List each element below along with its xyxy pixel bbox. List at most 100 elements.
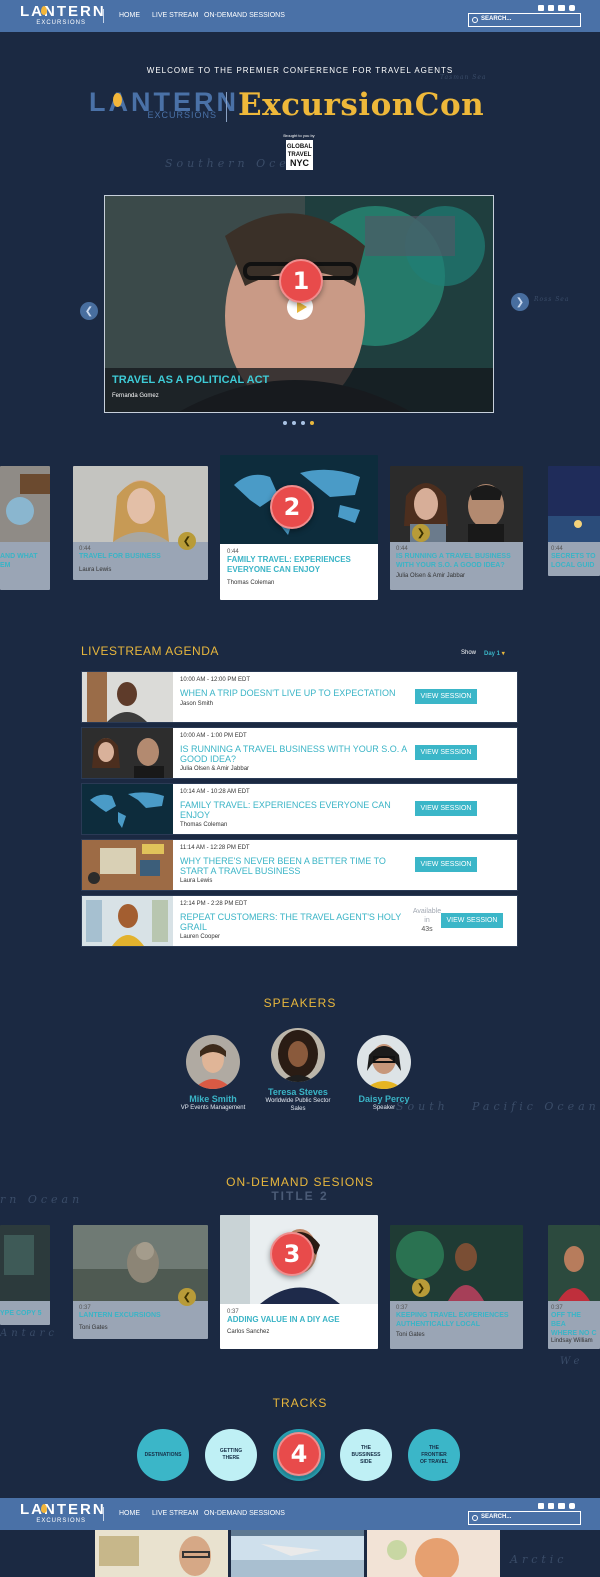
featured-video[interactable]: TRAVEL AS A POLITICAL ACT Fernanda Gomez	[104, 195, 494, 413]
view-session-button[interactable]: VIEW SESSION	[415, 857, 477, 872]
search-input[interactable]: SEARCH...	[468, 13, 581, 27]
lantern-flame-icon	[41, 6, 47, 15]
twitter-icon[interactable]	[548, 5, 554, 11]
avatar	[357, 1035, 411, 1089]
session-card[interactable]: 0:37 LANTERN EXCURSIONS Toni Gates	[73, 1225, 208, 1339]
ondemand-ghost-title: TITLE 2	[271, 1189, 329, 1203]
view-session-button[interactable]: VIEW SESSION	[415, 689, 477, 704]
session-card[interactable]: 0:44 IS RUNNING A TRAVEL BUSINESS WITH Y…	[390, 466, 523, 590]
featured-title: TRAVEL AS A POLITICAL ACT	[112, 374, 270, 386]
agenda-session-title[interactable]: WHEN A TRIP DOESN'T LIVE UP TO EXPECTATI…	[180, 688, 416, 698]
instagram-icon[interactable]	[569, 1503, 575, 1509]
youtube-icon[interactable]	[558, 1503, 565, 1509]
session-card[interactable]: 0:44 SECRETS TO LOCAL GUID	[548, 466, 600, 576]
nav-home-link[interactable]: HOME	[119, 12, 140, 19]
agenda-session-title[interactable]: WHY THERE'S NEVER BEEN A BETTER TIME TO …	[180, 856, 416, 876]
map-label: Tasman Sea	[440, 74, 487, 81]
track-destinations[interactable]: DESTINATIONS	[137, 1429, 189, 1481]
view-session-button[interactable]: VIEW SESSION	[441, 913, 503, 928]
map-label: Southern Oce	[165, 157, 290, 170]
carousel-dot[interactable]	[292, 421, 296, 425]
track-business-side[interactable]: THE BUSSINESS SIDE	[340, 1429, 392, 1481]
lantern-flame-icon	[113, 93, 122, 107]
session-card[interactable]: 0:37 KEEPING TRAVEL EXPERIENCES AUTHENTI…	[390, 1225, 523, 1349]
hero-divider	[226, 92, 227, 122]
bottom-image[interactable]	[95, 1530, 228, 1577]
map-label: Arctic	[510, 1553, 568, 1566]
nav-divider	[103, 1507, 104, 1521]
nav-on-demand-link[interactable]: ON-DEMAND SESSIONS	[204, 12, 285, 19]
avatar	[271, 1028, 325, 1082]
event-name: ExcursionCon	[238, 87, 485, 123]
agenda-session-title[interactable]: REPEAT CUSTOMERS: THE TRAVEL AGENT'S HOL…	[180, 912, 416, 932]
session-card[interactable]: AND WHAT EM	[0, 466, 50, 590]
lantern-flame-icon	[41, 1504, 47, 1513]
agenda-row: 10:00 AM - 1:00 PM EDT IS RUNNING A TRAV…	[81, 727, 518, 779]
map-label: Ross Sea	[534, 296, 570, 303]
speaker-card[interactable]: Daisy Percy Speaker	[339, 1035, 429, 1112]
sponsor-logo: GLOBAL TRAVEL NYC	[286, 140, 313, 170]
bottom-image[interactable]	[367, 1530, 500, 1577]
marker-badge: 1	[279, 259, 323, 303]
view-session-button[interactable]: VIEW SESSION	[415, 745, 477, 760]
facebook-icon[interactable]	[538, 1503, 544, 1509]
featured-next-button[interactable]: ❯	[511, 293, 529, 311]
carousel-dot-active[interactable]	[310, 421, 314, 425]
featured-caption: TRAVEL AS A POLITICAL ACT Fernanda Gomez	[105, 368, 493, 412]
lantern-logo[interactable]: LANTERN EXCURSIONS	[20, 4, 104, 30]
search-icon	[472, 17, 478, 23]
nav-live-stream-link[interactable]: LIVE STREAM	[152, 12, 198, 19]
carousel-dot[interactable]	[283, 421, 287, 425]
avatar	[186, 1035, 240, 1089]
youtube-icon[interactable]	[558, 5, 565, 11]
agenda-row: 12:14 PM - 2:28 PM EDT REPEAT CUSTOMERS:…	[81, 895, 518, 947]
nav-divider	[103, 9, 104, 23]
map-label: Pacific Ocean	[472, 1100, 600, 1113]
view-session-button[interactable]: VIEW SESSION	[415, 801, 477, 816]
day-select[interactable]: Day 1 ▾	[484, 650, 505, 657]
carousel-prev-button[interactable]: ❮	[178, 532, 196, 550]
search-input[interactable]: SEARCH...	[468, 1511, 581, 1525]
welcome-text: WELCOME TO THE PREMIER CONFERENCE FOR TR…	[146, 66, 454, 75]
facebook-icon[interactable]	[538, 5, 544, 11]
speaker-card[interactable]: Teresa Steves Worldwide Public Sector Sa…	[253, 1028, 343, 1113]
marker-badge: 3	[270, 1232, 314, 1276]
speakers-title: SPEAKERS	[263, 996, 337, 1010]
agenda-row: 11:14 AM - 12:28 PM EDT WHY THERE'S NEVE…	[81, 839, 518, 891]
agenda-session-title[interactable]: IS RUNNING A TRAVEL BUSINESS WITH YOUR S…	[180, 744, 416, 764]
nav-on-demand-link[interactable]: ON-DEMAND SESSIONS	[204, 1510, 285, 1517]
speaker-card[interactable]: Mike Smith VP Events Management	[168, 1035, 258, 1112]
nav-live-stream-link[interactable]: LIVE STREAM	[152, 1510, 198, 1517]
agenda-row: 10:00 AM - 12:00 PM EDT WHEN A TRIP DOES…	[81, 671, 518, 723]
agenda-session-title[interactable]: FAMILY TRAVEL: EXPERIENCES EVERYONE CAN …	[180, 800, 416, 820]
ondemand-title: ON-DEMAND SESIONS	[226, 1175, 374, 1189]
twitter-icon[interactable]	[548, 1503, 554, 1509]
nav-home-link[interactable]: HOME	[119, 1510, 140, 1517]
bottom-image[interactable]	[231, 1530, 364, 1577]
ondemand-next-button[interactable]: ❯	[412, 1279, 430, 1297]
track-getting-there[interactable]: GETTING THERE	[205, 1429, 257, 1481]
track-frontier[interactable]: THE FRONTIER OF TRAVEL	[408, 1429, 460, 1481]
session-card[interactable]: 0:44 TRAVEL FOR BUSINESS Laura Lewis	[73, 466, 208, 580]
tracks-title: TRACKS	[272, 1396, 328, 1410]
bottom-navbar: LANTERN EXCURSIONS HOME LIVE STREAM ON-D…	[0, 1498, 600, 1530]
top-navbar: LANTERN EXCURSIONS HOME LIVE STREAM ON-D…	[0, 0, 600, 32]
instagram-icon[interactable]	[569, 5, 575, 11]
show-label: Show	[461, 650, 477, 656]
lantern-logo[interactable]: LANTERN EXCURSIONS	[20, 1502, 104, 1528]
hero-lantern-logo: LANTERN EXCURSIONS	[89, 87, 239, 120]
brought-by: Brought to you by	[283, 133, 315, 138]
carousel-next-button[interactable]: ❯	[412, 524, 430, 542]
session-card[interactable]: YPE COPY 5	[0, 1225, 50, 1325]
carousel-dot[interactable]	[301, 421, 305, 425]
session-card[interactable]: 0:37 OFF THE BEA WHERE NO C Lindsay Will…	[548, 1225, 600, 1349]
marker-badge: 4	[277, 1432, 321, 1476]
marker-badge: 2	[270, 485, 314, 529]
featured-prev-button[interactable]: ❮	[80, 302, 98, 320]
agenda-title: LIVESTREAM AGENDA	[81, 644, 219, 658]
map-label: Antarc	[0, 1328, 59, 1339]
chevron-down-icon: ▾	[501, 651, 505, 657]
ondemand-prev-button[interactable]: ❮	[178, 1288, 196, 1306]
agenda-row: 10:14 AM - 10:28 AM EDT FAMILY TRAVEL: E…	[81, 783, 518, 835]
map-label: We	[560, 1356, 584, 1367]
